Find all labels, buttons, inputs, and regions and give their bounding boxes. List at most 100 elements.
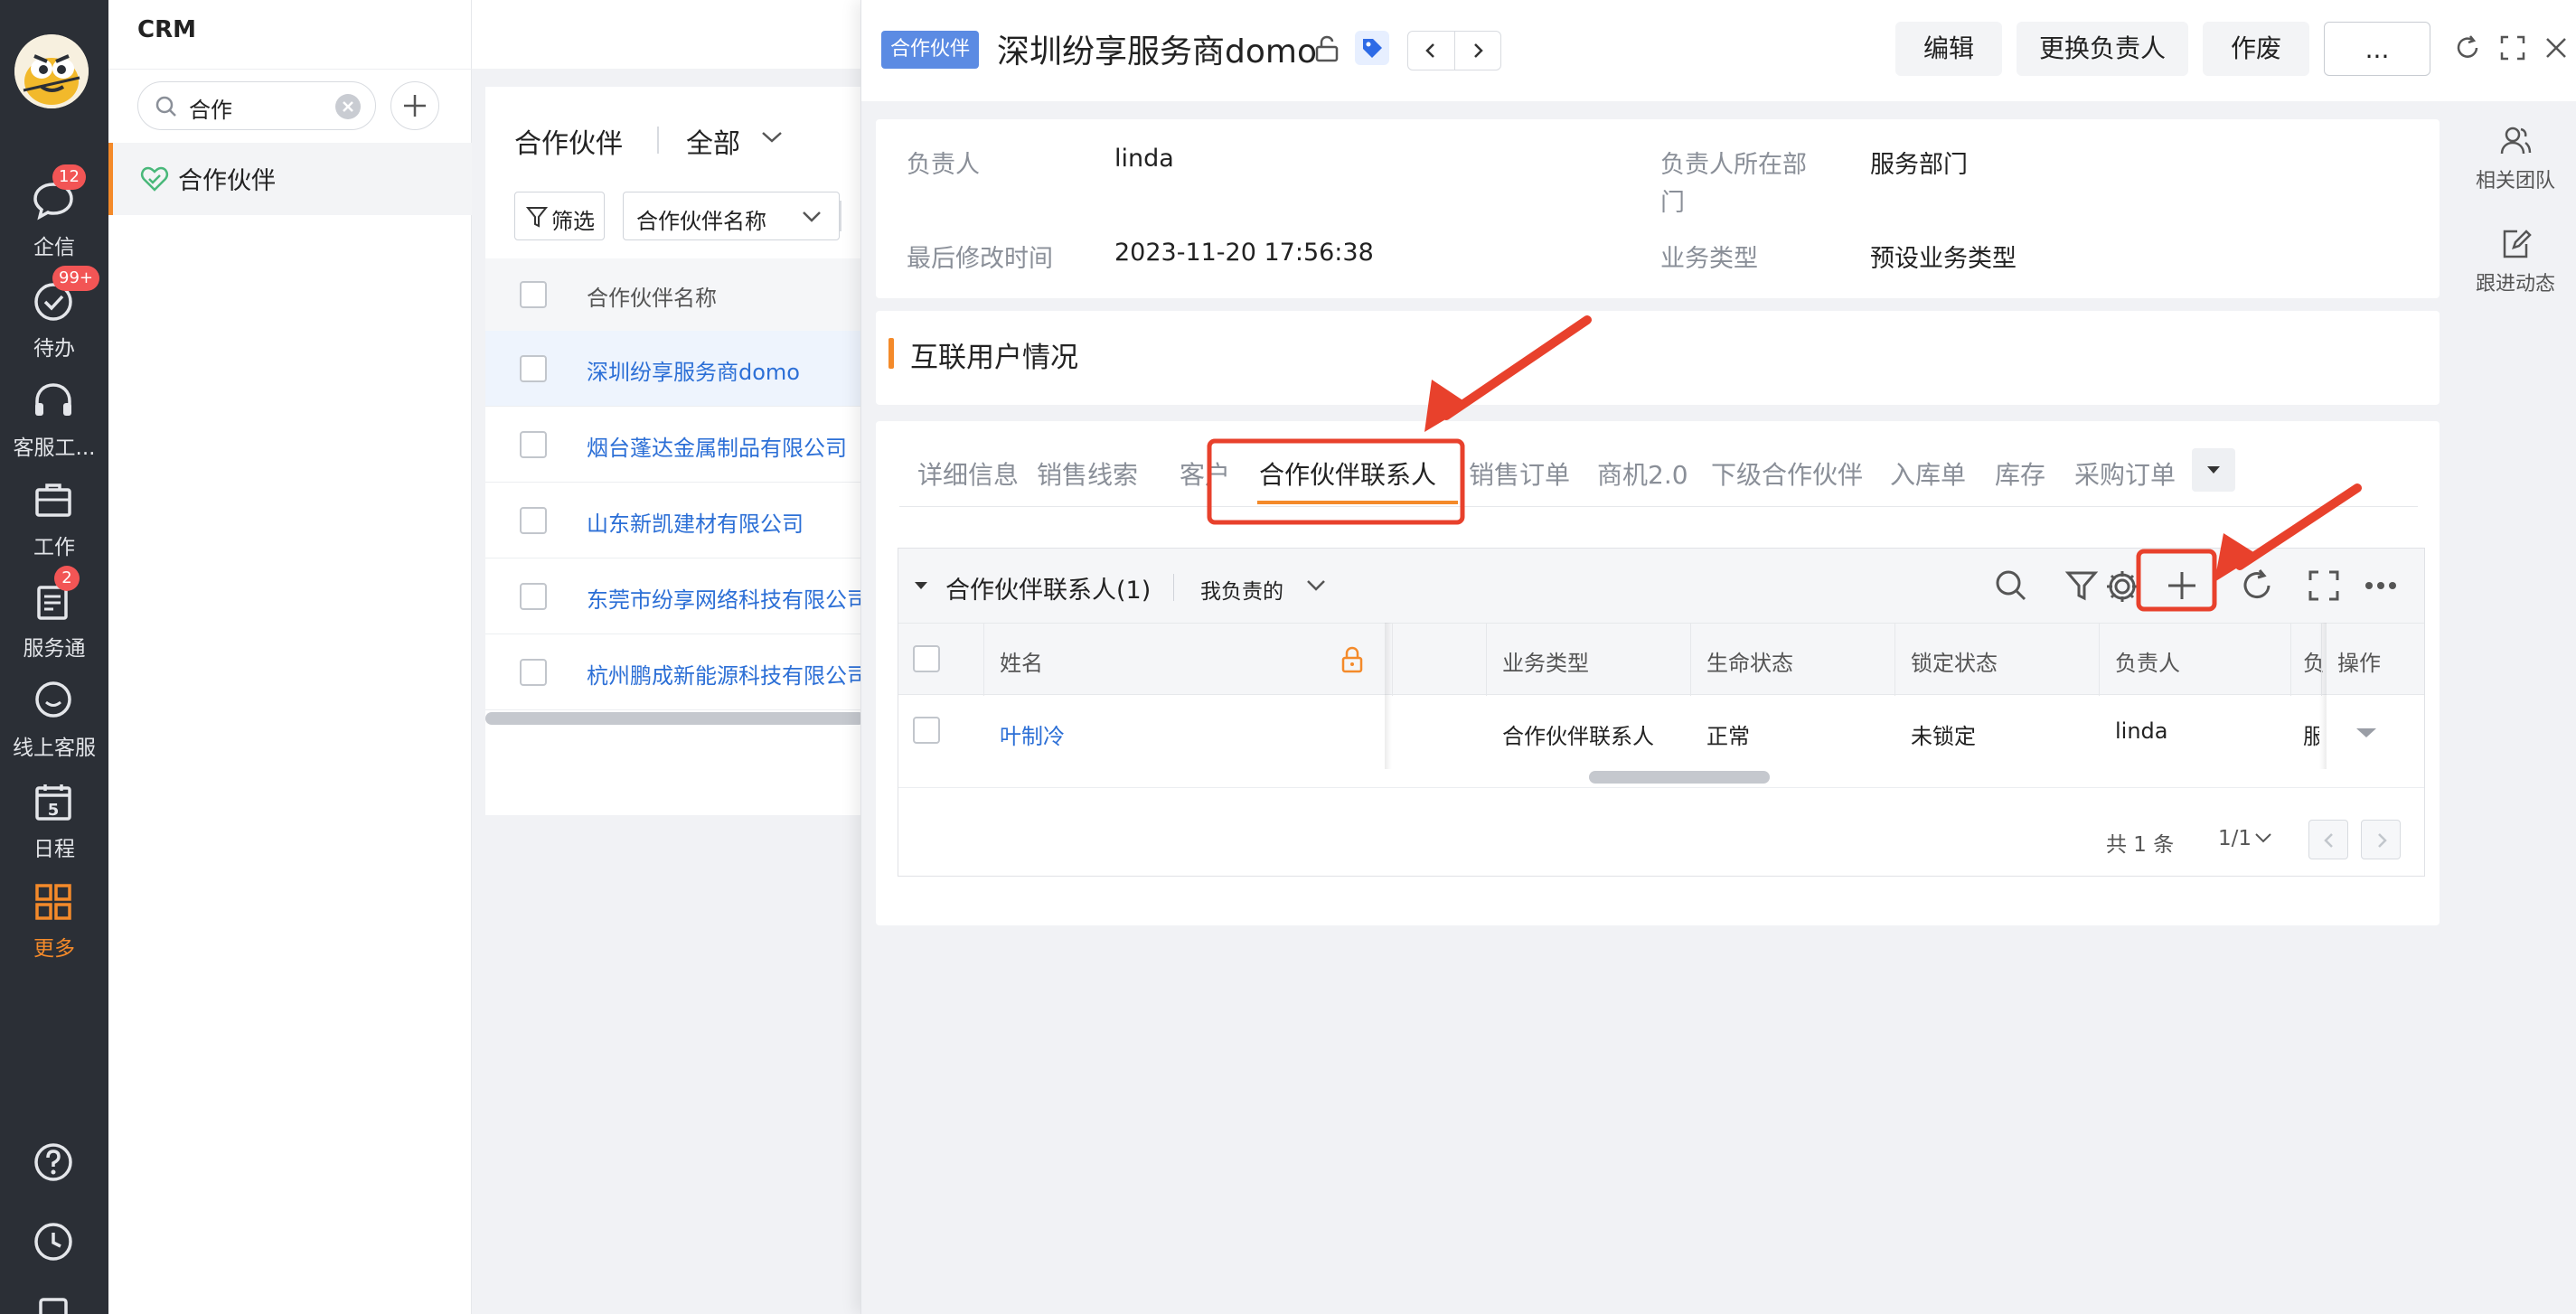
interconnect-users-section[interactable]: 互联用户情况 (876, 311, 2440, 405)
divider (657, 127, 659, 154)
refresh-icon[interactable] (2240, 568, 2274, 603)
row-checkbox[interactable] (520, 431, 547, 458)
follow-up-button[interactable]: 跟进动态 (2454, 228, 2576, 318)
clear-search-button[interactable] (335, 94, 361, 119)
filter-icon[interactable] (2064, 568, 2099, 603)
history-clock-icon[interactable] (30, 1218, 77, 1265)
add-menu-button[interactable] (390, 81, 439, 130)
rail-item-label: 线上客服 (13, 737, 96, 760)
unlock-icon[interactable] (1313, 34, 1340, 63)
column-header-biz-type[interactable]: 业务类型 (1502, 645, 1589, 677)
horizontal-scrollbar[interactable] (1589, 771, 1770, 784)
fullscreen-icon[interactable] (2499, 34, 2526, 61)
partner-name-link[interactable]: 东莞市纷享网络科技有限公司 (587, 582, 865, 614)
close-icon (343, 101, 353, 112)
rail-item-more[interactable]: 更多 (0, 878, 108, 969)
filter-button[interactable]: 筛选 (514, 192, 605, 240)
help-icon[interactable] (30, 1139, 77, 1186)
more-actions-button[interactable]: ... (2324, 22, 2430, 76)
rail-item-service-desk[interactable]: 客服工... (0, 378, 108, 468)
select-all-checkbox[interactable] (520, 281, 547, 308)
tab-opportunities[interactable]: 商机2.0 (1597, 455, 1688, 492)
related-team-button[interactable]: 相关团队 (2454, 125, 2576, 215)
prev-page-button[interactable] (2308, 820, 2348, 859)
table-row[interactable]: 叶制冷 合作伙伴联系人 正常 未锁定 linda 服 (898, 695, 2424, 769)
partner-name-link[interactable]: 山东新凯建材有限公司 (587, 506, 804, 538)
smile-chat-icon (35, 681, 71, 718)
refresh-icon[interactable] (2454, 34, 2481, 61)
rail-item-todo[interactable]: 99+ 待办 (0, 266, 108, 369)
row-checkbox[interactable] (520, 507, 547, 534)
tab-partner-contacts[interactable]: 合作伙伴联系人 (1259, 455, 1436, 492)
pagination-page-select[interactable]: 1/1 (2218, 827, 2252, 850)
partner-name-link[interactable]: 烟台蓬达金属制品有限公司 (587, 430, 847, 462)
plus-icon (2168, 572, 2195, 599)
settings-partial-icon[interactable] (30, 1292, 77, 1314)
chevron-left-icon[interactable] (1422, 42, 1440, 60)
logo-icon (14, 34, 89, 108)
table-row[interactable]: 东莞市纷享网络科技有限公司 (485, 558, 865, 634)
edit-button[interactable]: 编辑 (1895, 22, 2002, 76)
table-row[interactable]: 深圳纷享服务商domo (485, 331, 865, 407)
table-row[interactable]: 杭州鹏成新能源科技有限公司 (485, 634, 865, 710)
table-row[interactable]: 山东新凯建材有限公司 (485, 483, 865, 558)
more-tabs-button[interactable] (2192, 448, 2235, 492)
list-view-select[interactable]: 全部 (686, 121, 740, 161)
menu-search-input[interactable]: 合作 (137, 81, 376, 130)
chevron-right-icon[interactable] (1469, 42, 1487, 60)
void-button[interactable]: 作废 (2203, 22, 2309, 76)
column-header-owner[interactable]: 负责人 (2115, 645, 2180, 677)
chevron-down-icon[interactable] (2254, 832, 2272, 843)
search-field-select[interactable]: 合作伙伴名称 (623, 192, 840, 240)
column-header-lock-status[interactable]: 锁定状态 (1911, 645, 1998, 677)
owner-value: linda (1114, 145, 1174, 173)
select-all-checkbox[interactable] (913, 645, 940, 672)
close-icon[interactable] (2543, 34, 2570, 61)
tab-inbound-orders[interactable]: 入库单 (1890, 455, 1966, 492)
tab-sales-orders[interactable]: 销售订单 (1469, 455, 1570, 492)
rail-item-online-service[interactable]: 线上客服 (0, 678, 108, 768)
add-contact-button[interactable] (2144, 558, 2220, 614)
rail-item-service-pass[interactable]: 2 服务通 (0, 566, 108, 669)
tab-sales-leads[interactable]: 销售线索 (1037, 455, 1138, 492)
fullscreen-icon[interactable] (2307, 568, 2341, 603)
menu-item-partner[interactable]: 合作伙伴 (108, 143, 472, 215)
partner-name-link[interactable]: 深圳纷享服务商domo (587, 354, 800, 386)
scope-select[interactable]: 我负责的 (1200, 574, 1283, 605)
tab-customers[interactable]: 客户 (1180, 455, 1230, 492)
change-owner-button[interactable]: 更换负责人 (2017, 22, 2188, 76)
rail-item-calendar[interactable]: 5 日程 (0, 779, 108, 869)
pagination-total: 共 1 条 (2106, 833, 2175, 857)
related-team-label: 相关团队 (2475, 170, 2555, 192)
row-actions-caret-icon[interactable] (2354, 726, 2379, 740)
gear-icon[interactable] (2104, 568, 2140, 605)
rail-item-qixin[interactable]: 12 企信 (0, 164, 108, 267)
partner-name-link[interactable]: 杭州鹏成新能源科技有限公司 (587, 658, 865, 690)
rail-item-label: 待办 (33, 337, 75, 361)
column-header-life-status[interactable]: 生命状态 (1706, 645, 1793, 677)
column-header-name[interactable]: 姓名 (1000, 645, 1043, 677)
more-dots-icon[interactable] (2361, 568, 2401, 603)
active-tab-indicator (1257, 501, 1458, 504)
tab-inventory[interactable]: 库存 (1995, 455, 2045, 492)
chevron-down-icon[interactable] (1305, 579, 1327, 592)
row-checkbox[interactable] (520, 355, 547, 382)
row-checkbox[interactable] (520, 659, 547, 686)
next-page-button[interactable] (2361, 820, 2401, 859)
table-row[interactable]: 烟台蓬达金属制品有限公司 (485, 407, 865, 483)
chevron-right-icon (2378, 833, 2387, 848)
row-checkbox[interactable] (913, 717, 940, 744)
team-icon (2500, 127, 2532, 155)
tab-purchase-orders[interactable]: 采购订单 (2074, 455, 2176, 492)
collapse-caret-icon[interactable] (913, 579, 929, 592)
rail-item-work[interactable]: 工作 (0, 477, 108, 568)
search-icon[interactable] (1994, 568, 2028, 603)
row-checkbox[interactable] (520, 583, 547, 610)
tab-detail-info[interactable]: 详细信息 (917, 455, 1019, 492)
tab-sub-partners[interactable]: 下级合作伙伴 (1711, 455, 1863, 492)
tag-button[interactable] (1355, 31, 1389, 65)
chevron-down-icon[interactable] (760, 130, 784, 145)
field-select-label: 合作伙伴名称 (636, 209, 766, 234)
contact-name-link[interactable]: 叶制冷 (1000, 718, 1065, 750)
horizontal-scrollbar[interactable] (485, 712, 865, 725)
